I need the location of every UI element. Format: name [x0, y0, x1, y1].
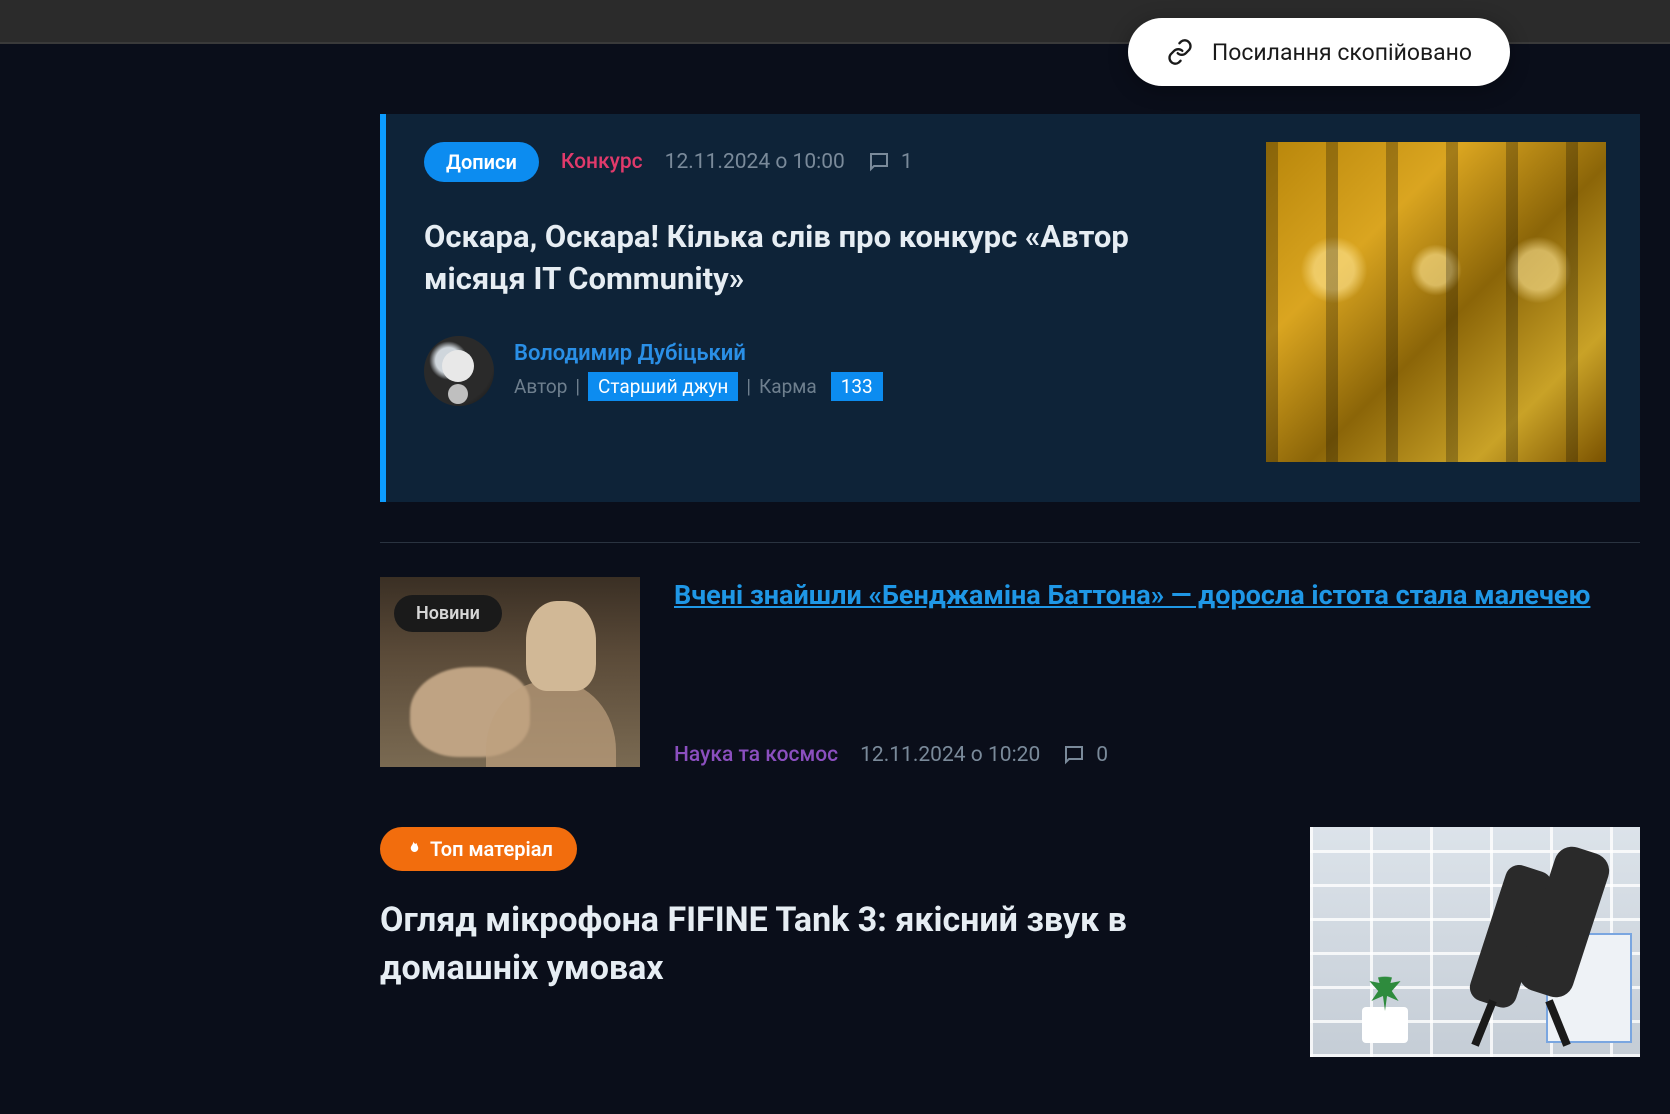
category-badge[interactable]: Новини: [394, 595, 502, 632]
category-badge[interactable]: Дописи: [424, 142, 539, 182]
author-rank-badge: Старший джун: [588, 372, 738, 401]
article-meta: Дописи Конкурс 12.11.2024 о 10:00 1: [424, 142, 1226, 182]
comment-count[interactable]: 1: [867, 150, 913, 174]
featured-article-card[interactable]: Дописи Конкурс 12.11.2024 о 10:00 1 Оска…: [380, 114, 1640, 502]
link-icon: [1166, 38, 1194, 66]
main-content: Дописи Конкурс 12.11.2024 о 10:00 1 Оска…: [0, 44, 1670, 1057]
divider: [380, 542, 1640, 543]
comment-icon: [1062, 743, 1086, 767]
article-date: 12.11.2024 о 10:20: [860, 743, 1040, 767]
author-name[interactable]: Володимир Дубіцький: [514, 341, 883, 366]
fire-icon: [404, 840, 422, 858]
author-karma-badge: 133: [831, 372, 883, 401]
article-thumbnail[interactable]: [1310, 827, 1640, 1057]
toast-link-copied: Посилання скопійовано: [1128, 18, 1510, 86]
article-title[interactable]: Огляд мікрофона FIFINE Tank 3: якісний з…: [380, 897, 1270, 992]
article-title-link[interactable]: Вчені знайшли «Бенджаміна Баттона» — дор…: [674, 579, 1590, 611]
toast-text: Посилання скопійовано: [1212, 39, 1472, 66]
top-material-badge[interactable]: Топ матеріал: [380, 827, 577, 871]
article-row[interactable]: Новини Вчені знайшли «Бенджаміна Баттона…: [380, 577, 1640, 767]
author-avatar[interactable]: [424, 336, 494, 406]
article-meta: Наука та космос 12.11.2024 о 10:20 0: [674, 743, 1640, 767]
tag-link[interactable]: Наука та космос: [674, 743, 838, 767]
top-article-card[interactable]: Топ матеріал Огляд мікрофона FIFINE Tank…: [380, 827, 1640, 1057]
author-meta: Автор| Старший джун | Карма 133: [514, 372, 883, 401]
article-title[interactable]: Оскара, Оскара! Кілька слів про конкурс …: [424, 216, 1226, 300]
author-block[interactable]: Володимир Дубіцький Автор| Старший джун …: [424, 336, 1226, 406]
article-date: 12.11.2024 о 10:00: [665, 150, 845, 174]
tag-link[interactable]: Конкурс: [561, 150, 643, 174]
article-thumbnail[interactable]: Новини: [380, 577, 640, 767]
comment-count[interactable]: 0: [1062, 743, 1108, 767]
article-thumbnail[interactable]: [1266, 142, 1606, 462]
comment-icon: [867, 150, 891, 174]
article-title: Вчені знайшли «Бенджаміна Баттона» — дор…: [674, 577, 1640, 613]
